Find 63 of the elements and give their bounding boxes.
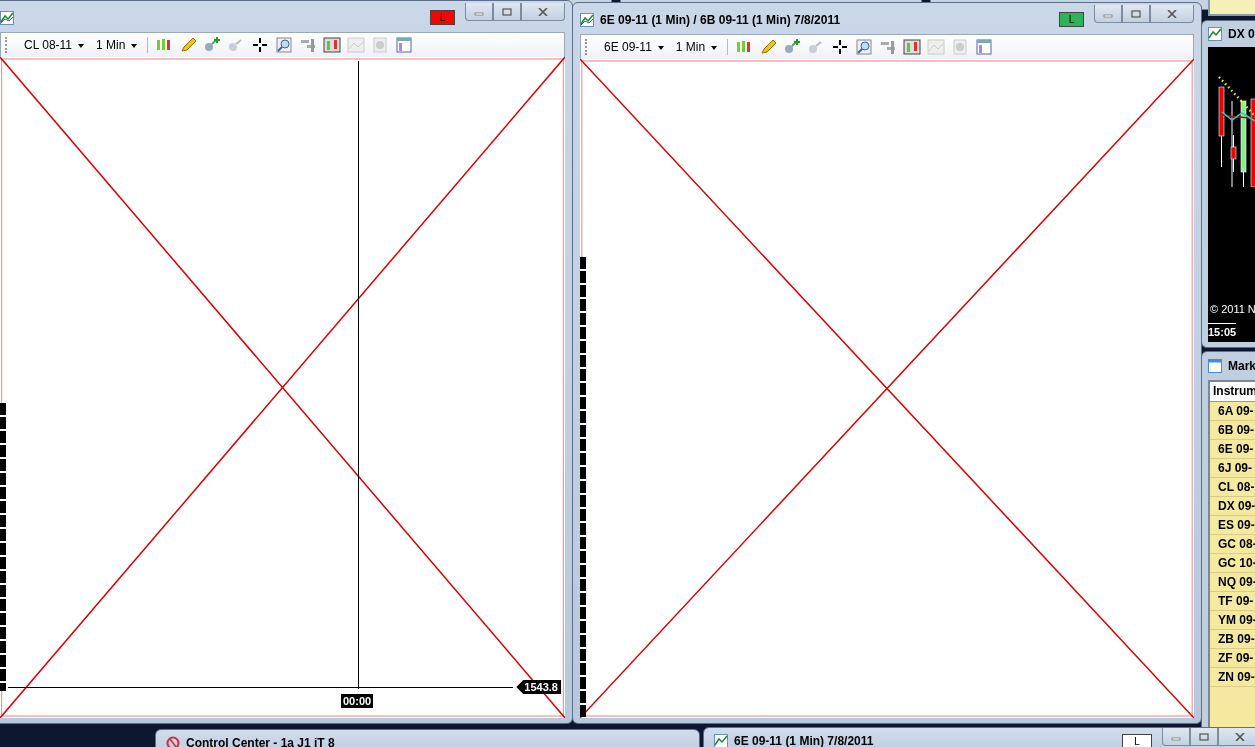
- copyright-text: © 2011 N: [1210, 303, 1255, 315]
- table-cell: ZB 09-: [1210, 630, 1255, 649]
- close-icon: [1167, 9, 1177, 18]
- close-icon: [1235, 732, 1245, 741]
- caret-icon: [657, 45, 664, 50]
- table-cell: DX 09-: [1210, 497, 1255, 516]
- table-cell: ZF 09-: [1210, 649, 1255, 668]
- table-cell: 6B 09-: [1210, 421, 1255, 440]
- table-cell: 6J 09-: [1210, 459, 1255, 478]
- pencil-icon[interactable]: [758, 39, 779, 55]
- time-axis-label: 15:05: [1208, 323, 1237, 338]
- toolbar-grip[interactable]: [5, 37, 10, 53]
- chart-icon: [1208, 27, 1222, 41]
- minimize-button[interactable]: [1094, 5, 1122, 23]
- link-button[interactable]: L: [430, 10, 455, 25]
- link-button[interactable]: L: [1059, 12, 1084, 27]
- table-cell: CL 08-: [1210, 478, 1255, 497]
- candles-icon[interactable]: [322, 37, 343, 53]
- link-button[interactable]: L: [1122, 734, 1152, 747]
- close-icon: [538, 7, 548, 16]
- instrument-dropdown[interactable]: 6E 09-11: [600, 40, 668, 54]
- maximize-icon: [1199, 732, 1209, 741]
- window-title: DX 0: [1228, 27, 1255, 41]
- window-title: 6E 09-11 (1 Min) / 6B 09-11 (1 Min) 7/8/2011: [600, 12, 841, 27]
- maximize-icon: [1131, 9, 1141, 18]
- interval-dropdown[interactable]: 1 Min: [92, 38, 142, 52]
- toolbar-grip[interactable]: [585, 39, 590, 55]
- zoom-icon[interactable]: [854, 39, 875, 55]
- interval-dropdown[interactable]: 1 Min: [671, 40, 722, 54]
- maximize-button[interactable]: [1122, 5, 1150, 23]
- price-label: 1543.8: [516, 680, 561, 694]
- table-cell: ZN 09-: [1210, 668, 1255, 687]
- table-cell: 6E 09-: [1210, 440, 1255, 459]
- table-cell: TF 09-: [1210, 592, 1255, 611]
- table-icon[interactable]: [974, 39, 995, 55]
- close-button[interactable]: [1150, 5, 1194, 23]
- add-marker-icon[interactable]: [202, 37, 223, 53]
- time-label: 00:00: [341, 694, 374, 708]
- table-cell: 6A 09-: [1210, 402, 1255, 421]
- caret-icon: [131, 43, 138, 48]
- pencil-icon[interactable]: [178, 37, 199, 53]
- window-title: Control Center - 1a J1 iT 8: [186, 736, 335, 747]
- maximize-button[interactable]: [493, 3, 521, 21]
- chart-icon: [580, 12, 594, 27]
- candles-icon[interactable]: [902, 39, 923, 55]
- close-button[interactable]: [1218, 728, 1255, 746]
- table-icon[interactable]: [394, 37, 415, 53]
- minimize-button[interactable]: [465, 3, 493, 21]
- zoom-icon[interactable]: [274, 37, 295, 53]
- app-logo-icon: [166, 736, 180, 747]
- maximize-icon: [502, 7, 512, 16]
- maximize-button[interactable]: [1190, 728, 1218, 746]
- chart-icon: [0, 10, 14, 25]
- calendar-icon: [1208, 359, 1222, 373]
- chart-icon: [714, 734, 728, 747]
- add-marker-icon[interactable]: [782, 39, 803, 55]
- table-cell: ES 09-: [1210, 516, 1255, 535]
- instrument-dropdown[interactable]: CL 08-11: [20, 38, 89, 52]
- minimize-button[interactable]: [1162, 728, 1190, 746]
- caret-icon: [711, 45, 718, 50]
- caret-icon: [78, 43, 85, 48]
- window-title: 6E 09-11 (1 Min) 7/8/2011: [734, 734, 874, 747]
- close-button[interactable]: [521, 3, 565, 21]
